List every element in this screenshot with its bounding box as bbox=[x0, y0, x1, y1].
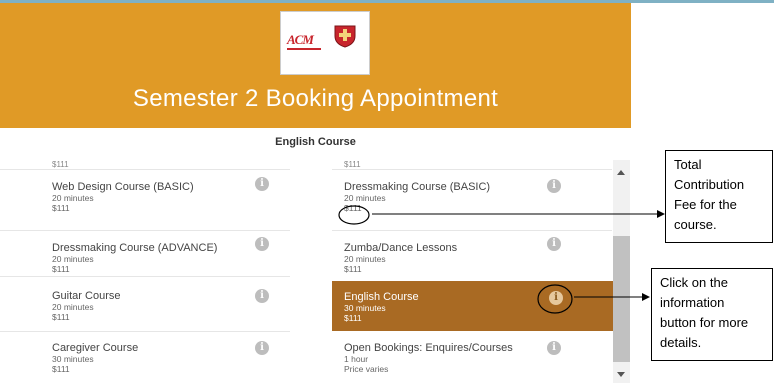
fee-callout: Total Contribution Fee for the course. bbox=[665, 150, 773, 243]
price-highlight-circle bbox=[338, 205, 370, 225]
info-highlight-circle bbox=[537, 284, 573, 314]
info-callout: Click on the information button for more… bbox=[651, 268, 773, 361]
